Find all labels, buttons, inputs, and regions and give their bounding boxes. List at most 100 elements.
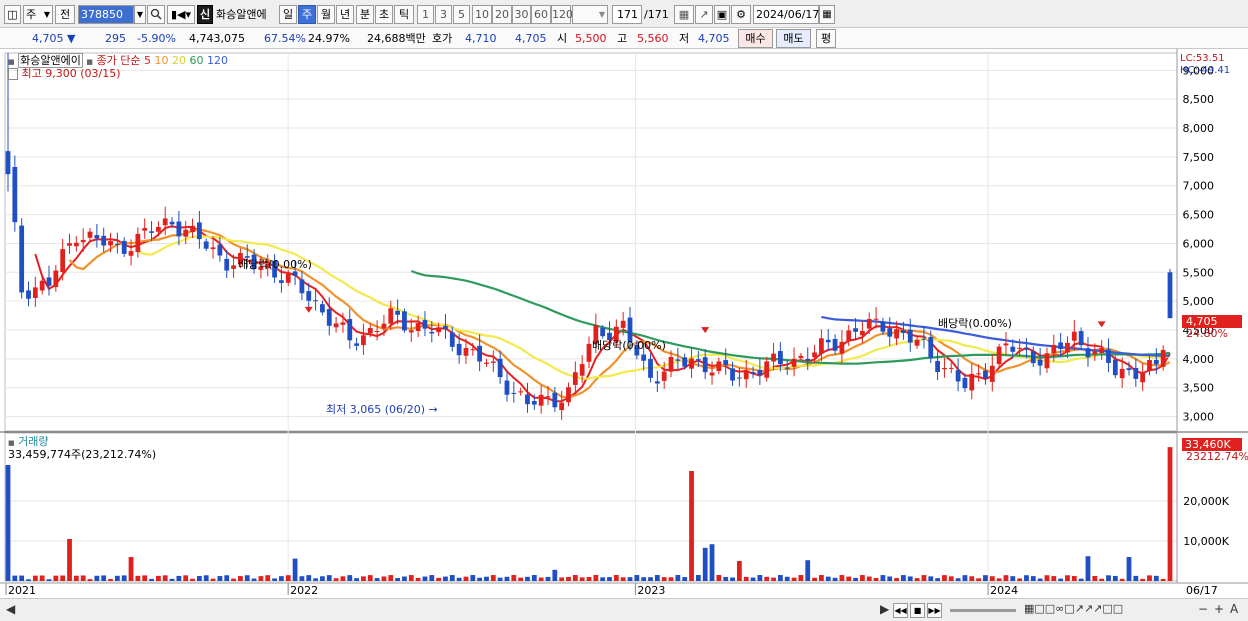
year-label: 2023 (637, 584, 665, 597)
candle-down (1010, 346, 1016, 352)
volume-bar (395, 578, 401, 581)
speaker-icon[interactable]: ▮◀▾ (167, 5, 195, 24)
candle-up (463, 348, 469, 356)
save-icon[interactable]: ▣ (714, 5, 730, 24)
count-input[interactable]: 171 (612, 5, 642, 24)
interval-20[interactable]: 20 (492, 5, 512, 24)
layout-icon[interactable]: ◫ (4, 5, 21, 24)
interval-5[interactable]: 5 (453, 5, 470, 24)
volume-bar (579, 577, 585, 581)
candle-down (203, 241, 209, 249)
chevron-down-icon: ▼ (43, 10, 50, 19)
volume-bar (613, 575, 619, 581)
dividend-label-1: 배당락(0.00%) (238, 258, 312, 271)
volume-bar (162, 575, 168, 581)
gear-icon[interactable]: ⚙ (731, 5, 751, 24)
volume-bar (155, 575, 161, 581)
tab-day[interactable]: 일 (279, 5, 297, 24)
candle-down (354, 343, 359, 346)
candle-down (477, 345, 483, 362)
tab-year[interactable]: 년 (336, 5, 354, 24)
high-price: 5,560 (637, 32, 669, 45)
crosshair-icon[interactable]: ▦ (674, 5, 694, 24)
volume-bar (675, 575, 681, 581)
interval-3[interactable]: 3 (435, 5, 452, 24)
sell-button[interactable]: 매도 (776, 29, 811, 48)
price-tick-label: 3,000 (1183, 411, 1215, 424)
volume-bar (497, 577, 503, 581)
candle-up (1147, 360, 1152, 371)
calendar-icon[interactable]: ▦ (819, 5, 835, 24)
volume-bar (648, 577, 653, 581)
average-button[interactable]: 평 (816, 29, 836, 48)
scroll-right-icon[interactable]: ▶ (880, 602, 889, 616)
interval-10[interactable]: 10 (472, 5, 492, 24)
candle-down (1167, 272, 1173, 319)
candle-up (791, 358, 797, 367)
chart-tools-icons[interactable]: ▦□□∞□↗↗↗□□ (1024, 602, 1123, 615)
tab-tick[interactable]: 틱 (394, 5, 414, 24)
low-label: 저 (679, 32, 690, 45)
low-note: 최저 3,065 (06/20) → (326, 401, 438, 417)
tab-minute[interactable]: 분 (356, 5, 374, 24)
tab-week[interactable]: 주 (298, 5, 316, 24)
volume-bar (511, 575, 517, 581)
prev-button[interactable]: 전 (55, 5, 75, 24)
custom-interval-select[interactable]: ▼ (572, 5, 608, 24)
code-input[interactable]: 378850 (78, 5, 134, 24)
volume-bar (880, 575, 886, 581)
price-tick-label: 3,500 (1183, 382, 1215, 395)
candle-up (538, 394, 544, 406)
zoom-slider[interactable] (950, 609, 1016, 612)
zoom-out-icon[interactable]: − (1198, 602, 1208, 616)
volume-bar (1058, 578, 1064, 581)
candle-up (1119, 368, 1125, 379)
zoom-in-icon[interactable]: + (1214, 602, 1224, 616)
volume-bar (989, 576, 995, 581)
interval-1[interactable]: 1 (417, 5, 434, 24)
tab-month[interactable]: 월 (317, 5, 335, 24)
candle-up (798, 355, 804, 359)
candle-up (231, 265, 236, 269)
volume-bar (771, 577, 776, 581)
interval-120[interactable]: 120 (551, 5, 573, 24)
scroll-left-icon[interactable]: ◀ (6, 602, 15, 616)
grid (0, 52, 1248, 582)
candle-up (914, 339, 920, 346)
volume-bar (689, 471, 694, 581)
candle-down (449, 332, 455, 347)
buy-button[interactable]: 매수 (738, 29, 773, 48)
code-dropdown-icon[interactable]: ▼ (134, 5, 146, 24)
volume-bar (210, 578, 216, 581)
volume-bar (860, 575, 865, 581)
chart-area[interactable]: 3,0003,5004,0004,5005,0005,5006,0006,500… (0, 49, 1248, 598)
candle-down (1024, 348, 1029, 350)
volume-bar (641, 577, 647, 581)
period-select[interactable]: 주 ▼ (23, 5, 53, 24)
volume-bar (955, 578, 961, 581)
volume-bar (1017, 578, 1023, 581)
candle-up (866, 318, 872, 329)
tab-second[interactable]: 초 (375, 5, 393, 24)
candle-down (114, 243, 120, 245)
interval-60[interactable]: 60 (531, 5, 551, 24)
volume-bar (894, 578, 899, 581)
volume-bar (114, 575, 120, 581)
font-size-icon[interactable]: A (1230, 602, 1238, 616)
stop-icon[interactable]: ■ (910, 603, 925, 618)
volume-bar (709, 544, 715, 581)
fast-forward-icon[interactable]: ▶▶ (927, 603, 942, 618)
candle-down (531, 401, 537, 405)
interval-30[interactable]: 30 (512, 5, 531, 24)
volume-bar (5, 465, 11, 581)
volume-bar (1119, 578, 1125, 581)
compare-icon[interactable]: ↗ (695, 5, 713, 24)
volume-bar (1112, 575, 1118, 581)
candle-down (525, 394, 530, 405)
search-icon[interactable] (147, 5, 165, 24)
rewind-icon[interactable]: ◀◀ (893, 603, 908, 618)
volume-bar (593, 575, 599, 581)
stock-name: 화승알앤에 (216, 8, 267, 21)
volume-bar (101, 575, 107, 581)
date-input[interactable]: 2024/06/17 (753, 5, 819, 24)
